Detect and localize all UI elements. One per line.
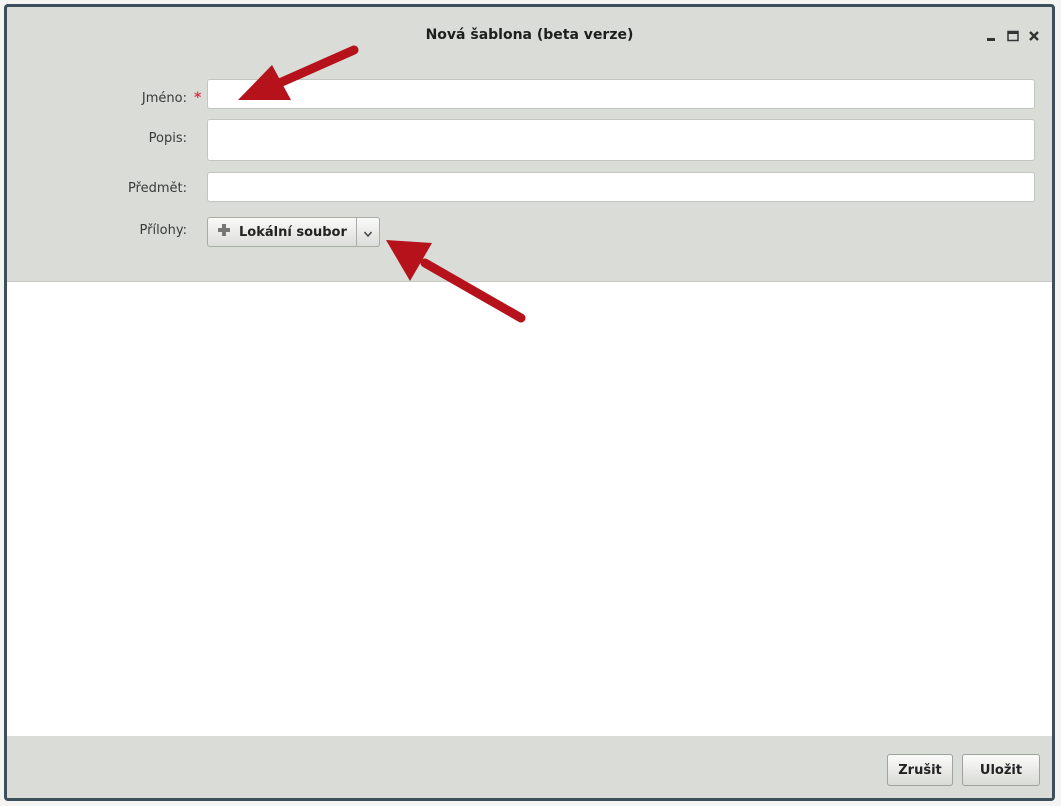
subject-label: Předmět: — [127, 181, 187, 196]
dialog-title: Nová šablona (beta verze) — [425, 27, 634, 43]
maximize-icon[interactable] — [1004, 27, 1021, 44]
subject-field[interactable] — [207, 172, 1035, 202]
dialog-footer: Zrušit Uložit — [7, 736, 1052, 798]
local-file-label: Lokální soubor — [239, 224, 347, 240]
description-field[interactable] — [207, 119, 1035, 161]
close-icon[interactable] — [1025, 27, 1042, 44]
save-button[interactable]: Uložit — [962, 754, 1040, 786]
window-controls — [983, 27, 1042, 44]
local-file-button[interactable]: Lokální soubor — [208, 218, 357, 246]
template-body-editor[interactable] — [7, 281, 1052, 738]
cancel-button[interactable]: Zrušit — [887, 754, 953, 786]
plus-icon — [217, 223, 231, 241]
name-field[interactable] — [207, 79, 1035, 109]
attachment-split-button: Lokální soubor — [207, 217, 380, 247]
attachments-label: Přílohy: — [139, 223, 188, 238]
required-mark: * — [194, 90, 202, 106]
minimize-icon[interactable] — [983, 27, 1000, 44]
description-label: Popis: — [148, 131, 187, 146]
name-label: Jméno: — [141, 91, 187, 106]
chevron-down-icon — [363, 223, 373, 242]
template-dialog: Nová šablona (beta verze) Jméno: * Popis… — [4, 4, 1055, 801]
attachment-dropdown-button[interactable] — [357, 218, 379, 246]
title-bar[interactable]: Nová šablona (beta verze) — [7, 7, 1052, 61]
